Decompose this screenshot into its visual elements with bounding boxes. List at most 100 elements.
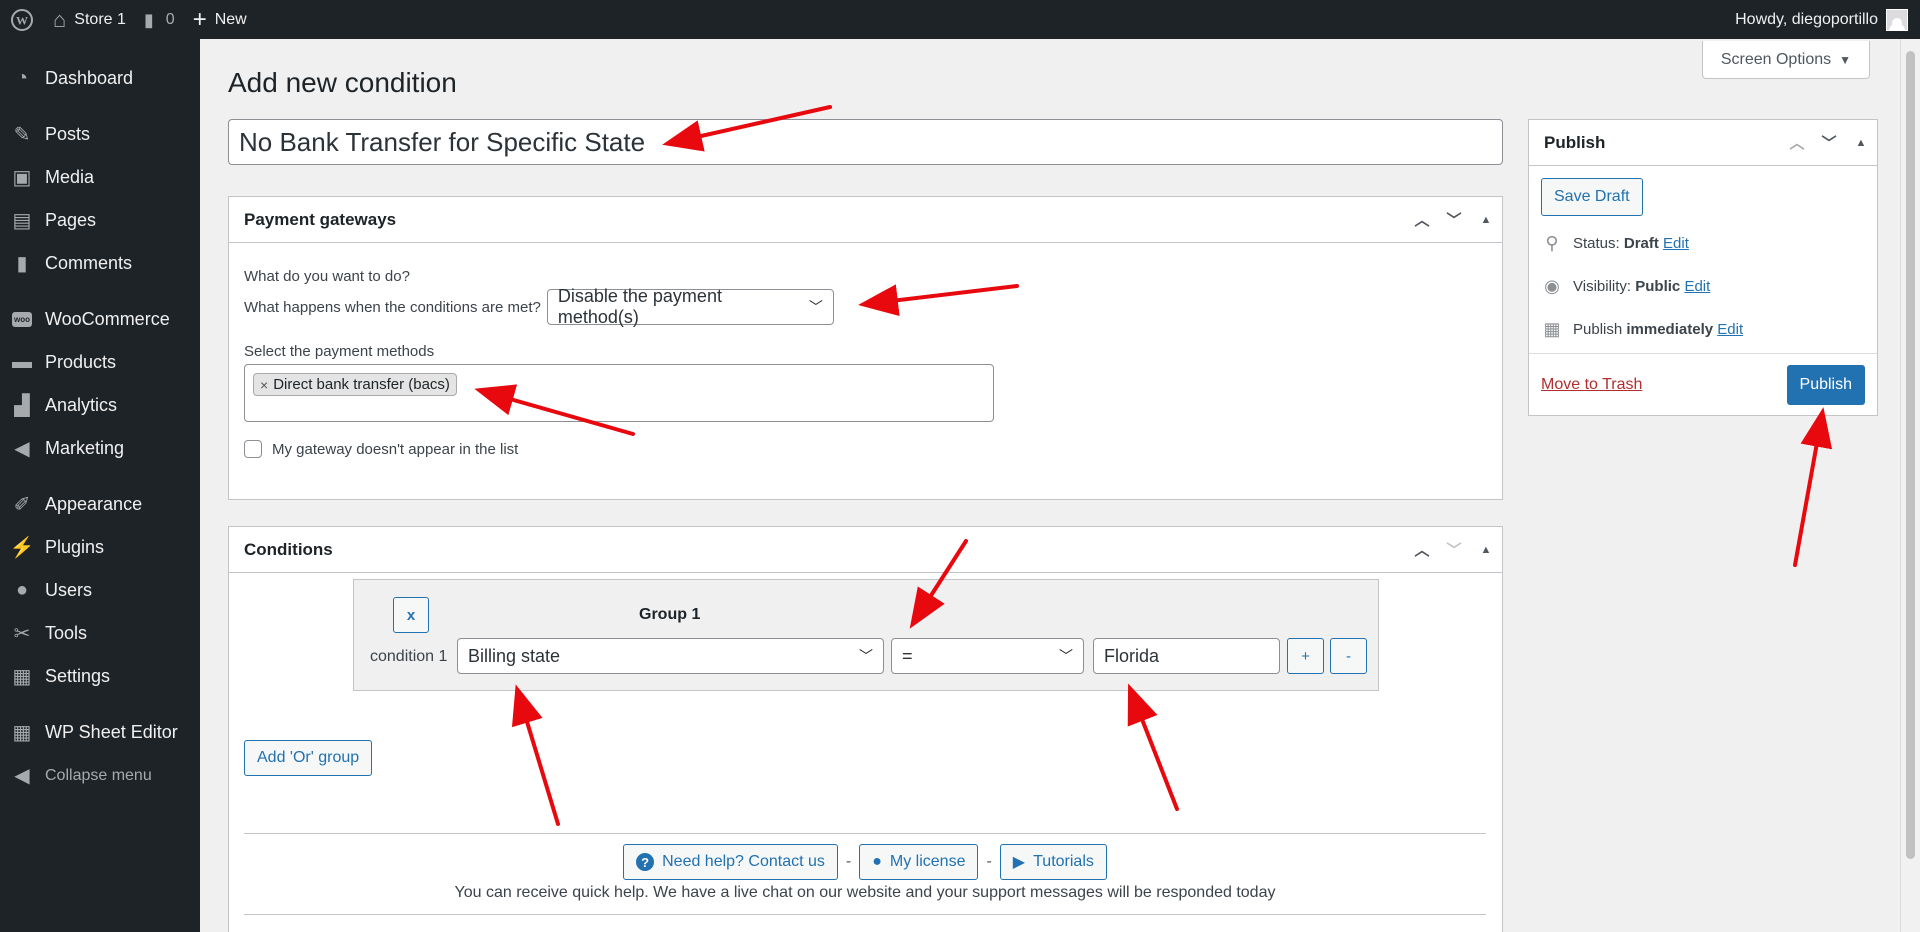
add-condition-button[interactable]: +	[1287, 638, 1324, 674]
publish-header: Publish ︿ ﹀ ▲	[1529, 120, 1877, 166]
payment-gateways-header: Payment gateways ︿ ﹀ ▲	[229, 197, 1502, 243]
condition-value: Florida	[1104, 645, 1160, 666]
woo-icon: woo	[10, 308, 34, 332]
sidebar-item-plugins[interactable]: ⚡ Plugins	[0, 526, 200, 569]
move-to-trash-link[interactable]: Move to Trash	[1541, 376, 1642, 394]
collapse-icon: ◀	[14, 765, 30, 787]
toggle-panel-icon[interactable]: ▲	[1845, 120, 1877, 166]
new-label: New	[214, 10, 247, 28]
sidebar-item-label: WP Sheet Editor	[45, 722, 178, 742]
payment-methods-select[interactable]: × Direct bank transfer (bacs)	[244, 364, 994, 422]
comment-bubble-icon: ▮	[143, 9, 154, 30]
payment-gateways-box: Payment gateways ︿ ﹀ ▲ What do you want …	[228, 196, 1503, 500]
condition-operator-select[interactable]: = ﹀	[891, 638, 1084, 674]
pin-icon: ✎	[13, 124, 31, 146]
edit-visibility-link[interactable]: Edit	[1684, 278, 1710, 295]
spreadsheet-icon: ▦	[12, 722, 32, 744]
caret-down-icon: ▼	[1839, 52, 1851, 67]
title-input[interactable]: No Bank Transfer for Specific State	[228, 119, 1503, 165]
payment-method-token: × Direct bank transfer (bacs)	[253, 373, 457, 396]
scrollbar-thumb[interactable]	[1906, 51, 1915, 859]
save-draft-button[interactable]: Save Draft	[1541, 178, 1643, 216]
account-menu[interactable]: Howdy, diegoportillo	[1735, 8, 1920, 31]
sidebar-item-marketing[interactable]: ◀ Marketing	[0, 427, 200, 470]
site-name: Store 1	[74, 10, 126, 28]
sidebar-item-comments[interactable]: ▮ Comments	[0, 242, 200, 285]
move-down-icon[interactable]: ﹀	[1438, 197, 1470, 243]
sidebar-item-dashboard[interactable]: ◔ Dashboard	[0, 57, 200, 100]
action-question: What do you want to do?	[244, 268, 410, 285]
remove-token-icon[interactable]: ×	[260, 377, 268, 393]
sidebar-item-label: Pages	[45, 210, 97, 230]
conditions-heading: Conditions	[244, 539, 333, 559]
visibility-value: Public	[1635, 278, 1681, 295]
remove-condition-button[interactable]: -	[1330, 638, 1367, 674]
contact-help-button[interactable]: ? Need help? Contact us	[623, 844, 838, 880]
edit-status-link[interactable]: Edit	[1663, 235, 1689, 252]
comment-count: 0	[165, 10, 175, 28]
sidebar-item-analytics[interactable]: ▟ Analytics	[0, 384, 200, 427]
products-icon: ▬	[12, 351, 32, 373]
remove-group-button[interactable]: x	[393, 597, 429, 633]
home-icon: ⌂	[53, 6, 67, 32]
pages-icon: ▤	[12, 210, 32, 232]
conditions-header: Conditions ︿ ﹀ ▲	[229, 527, 1502, 573]
comments-link[interactable]: ▮ 0	[135, 0, 184, 39]
publish-footer: Move to Trash Publish	[1529, 353, 1877, 415]
toggle-panel-icon[interactable]: ▲	[1470, 197, 1502, 243]
add-or-group-button[interactable]: Add 'Or' group	[244, 740, 373, 776]
brush-icon: ✐	[13, 494, 31, 516]
sidebar-item-settings[interactable]: ▦ Settings	[0, 655, 200, 698]
sidebar-item-label: Media	[45, 167, 95, 187]
comments-icon: ▮	[16, 253, 28, 275]
site-name-link[interactable]: ⌂ Store 1	[44, 0, 135, 39]
edit-schedule-link[interactable]: Edit	[1717, 321, 1743, 338]
sidebar-item-label: Settings	[45, 666, 111, 686]
move-down-icon[interactable]: ﹀	[1813, 120, 1845, 166]
condition-value-input[interactable]: Florida	[1093, 638, 1280, 674]
screen-options-button[interactable]: Screen Options ▼	[1701, 41, 1870, 79]
sidebar-item-woocommerce[interactable]: woo WooCommerce	[0, 298, 200, 341]
move-up-icon[interactable]: ︿	[1406, 527, 1438, 573]
help-text: You can receive quick help. We have a li…	[454, 884, 1276, 901]
sidebar-item-label: WooCommerce	[45, 309, 170, 329]
wordpress-logo-icon[interactable]: W	[0, 0, 44, 39]
publish-button[interactable]: Publish	[1786, 364, 1865, 405]
collapse-menu-button[interactable]: ◀ Collapse menu	[0, 754, 200, 797]
sidebar-item-label: Posts	[45, 124, 91, 144]
user-icon: ●	[15, 579, 29, 601]
action-select-value: Disable the payment method(s)	[557, 286, 722, 327]
sidebar-item-label: Analytics	[45, 395, 118, 415]
sidebar-item-label: Users	[45, 580, 93, 600]
toggle-panel-icon[interactable]: ▲	[1470, 527, 1502, 573]
help-area: ? Need help? Contact us - ● My license -…	[244, 833, 1486, 915]
tutorials-button[interactable]: ▶ Tutorials	[999, 844, 1107, 880]
sidebar-item-appearance[interactable]: ✐ Appearance	[0, 483, 200, 526]
schedule-row: ▦ Publish immediately Edit	[1541, 308, 1865, 351]
sidebar-item-tools[interactable]: ✂ Tools	[0, 612, 200, 655]
page-title: Add new condition	[228, 67, 457, 98]
plus-icon: +	[192, 5, 207, 33]
sidebar-item-wp-sheet-editor[interactable]: ▦ WP Sheet Editor	[0, 711, 200, 754]
sidebar-item-label: Comments	[45, 253, 133, 273]
media-icon: ▣	[12, 167, 32, 189]
move-up-icon[interactable]: ︿	[1781, 120, 1813, 166]
sidebar-item-posts[interactable]: ✎ Posts	[0, 113, 200, 156]
new-content-link[interactable]: + New	[184, 0, 256, 39]
sidebar-item-pages[interactable]: ▤ Pages	[0, 199, 200, 242]
sidebar-item-products[interactable]: ▬ Products	[0, 341, 200, 384]
sidebar-item-label: Plugins	[45, 537, 105, 557]
action-select[interactable]: Disable the payment method(s) ﹀	[546, 286, 834, 327]
move-down-icon[interactable]: ﹀	[1438, 527, 1470, 573]
chevron-down-icon: ﹀	[859, 648, 873, 664]
sidebar-item-media[interactable]: ▣ Media	[0, 156, 200, 199]
gateway-missing-checkbox[interactable]	[244, 440, 262, 458]
sidebar-item-label: Collapse menu	[45, 766, 152, 784]
admin-sidebar: ◔ Dashboard ✎ Posts ▣ Media ▤ Pages ▮ Co…	[0, 39, 200, 932]
group-title: Group 1	[639, 606, 701, 623]
move-up-icon[interactable]: ︿	[1406, 197, 1438, 243]
condition-field-select[interactable]: Billing state ﹀	[457, 638, 884, 674]
page-scrollbar[interactable]	[1900, 39, 1920, 932]
my-license-button[interactable]: ● My license	[859, 844, 979, 880]
sidebar-item-users[interactable]: ● Users	[0, 569, 200, 612]
